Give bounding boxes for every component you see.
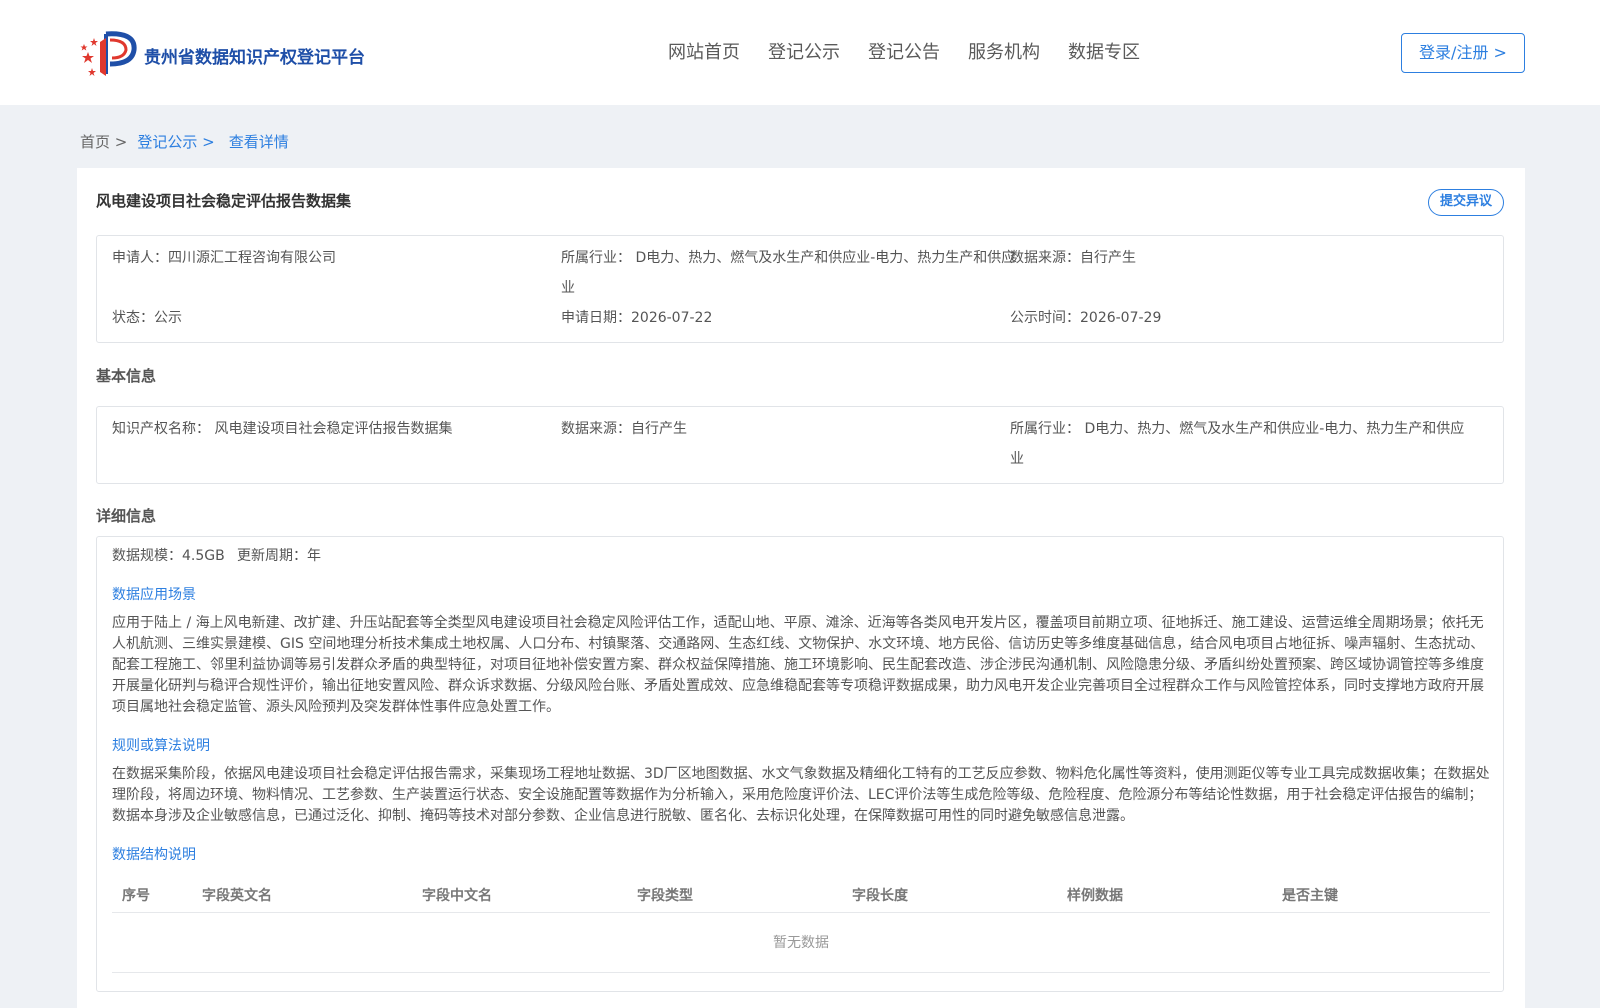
data-scale-field: 数据规模：4.5GB	[112, 548, 225, 564]
col-field-cn: 字段中文名	[422, 888, 492, 904]
scenario-heading: 数据应用场景	[112, 587, 196, 603]
status-field: 状态：公示	[112, 310, 182, 326]
detail-card: 风电建设项目社会稳定评估报告数据集 提交异议 申请人：四川源汇工程咨询有限公司 …	[77, 168, 1525, 1008]
col-field-length: 字段长度	[852, 888, 908, 904]
col-sample: 样例数据	[1067, 888, 1123, 904]
nav-service-agencies[interactable]: 服务机构	[968, 38, 1040, 64]
basic-info-panel: 知识产权名称： 风电建设项目社会稳定评估报告数据集 数据来源：自行产生 所属行业…	[96, 406, 1504, 484]
main-nav: 网站首页 登记公示 登记公告 服务机构 数据专区	[668, 38, 1168, 64]
basic-industry-field: 所属行业： D电力、热力、燃气及水生产和供应业-电力、热力生产和供应	[1010, 421, 1465, 437]
nav-registration-publicity[interactable]: 登记公示	[768, 38, 840, 64]
industry-field: 所属行业： D电力、热力、燃气及水生产和供应业-电力、热力生产和供应	[561, 250, 1016, 266]
update-cycle-field: 更新周期：年	[237, 548, 321, 564]
breadcrumb-home[interactable]: 首页 >	[80, 131, 127, 152]
structure-table-header: 序号 字段英文名 字段中文名 字段类型 字段长度 样例数据 是否主键	[112, 873, 1490, 913]
structure-heading: 数据结构说明	[112, 847, 196, 863]
col-field-en: 字段英文名	[202, 888, 272, 904]
basic-source-field: 数据来源：自行产生	[561, 421, 687, 437]
rule-text: 在数据采集阶段，依据风电建设项目社会稳定评估报告需求，采集现场工程地址数据、3D…	[112, 766, 1490, 824]
col-index: 序号	[122, 888, 150, 904]
rule-heading: 规则或算法说明	[112, 738, 210, 754]
scenario-text: 应用于陆上 / 海上风电新建、改扩建、升压站配套等全类型风电建设项目社会稳定风险…	[112, 615, 1485, 715]
col-field-type: 字段类型	[637, 888, 693, 904]
breadcrumb-section[interactable]: 登记公示 >	[137, 131, 214, 152]
industry-field-cont: 业	[561, 280, 575, 296]
publish-date-field: 公示时间：2026-07-29	[1010, 310, 1162, 326]
apply-date-field: 申请日期：2026-07-22	[561, 310, 713, 326]
basic-info-heading: 基本信息	[96, 367, 157, 385]
login-register-button[interactable]: 登录/注册 >	[1401, 33, 1525, 73]
submit-objection-button[interactable]: 提交异议	[1428, 189, 1504, 216]
nav-data-zone[interactable]: 数据专区	[1068, 38, 1140, 64]
applicant-field: 申请人：四川源汇工程咨询有限公司	[112, 250, 336, 266]
detail-info-heading: 详细信息	[96, 507, 157, 525]
table-empty-state: 暂无数据	[112, 913, 1490, 973]
page-title: 风电建设项目社会稳定评估报告数据集	[96, 192, 352, 210]
logo-emblem-icon	[80, 31, 137, 76]
site-logo[interactable]: 贵州省数据知识产权登记平台	[80, 28, 365, 78]
col-primary-key: 是否主键	[1282, 888, 1338, 904]
summary-panel: 申请人：四川源汇工程咨询有限公司 所属行业： D电力、热力、燃气及水生产和供应业…	[96, 235, 1504, 343]
detail-info-panel: 数据规模：4.5GB 更新周期：年 数据应用场景 应用于陆上 / 海上风电新建、…	[96, 536, 1504, 992]
site-header: 贵州省数据知识产权登记平台 网站首页 登记公示 登记公告 服务机构 数据专区 登…	[0, 0, 1600, 105]
ip-name-field: 知识产权名称： 风电建设项目社会稳定评估报告数据集	[112, 421, 453, 437]
basic-industry-field-cont: 业	[1010, 451, 1024, 467]
breadcrumb-current: 查看详情	[228, 133, 289, 151]
source-field: 数据来源：自行产生	[1010, 250, 1136, 266]
breadcrumb: 首页 > 登记公示 > 查看详情	[80, 131, 303, 152]
nav-home[interactable]: 网站首页	[668, 38, 740, 64]
site-title: 贵州省数据知识产权登记平台	[144, 47, 365, 68]
nav-registration-announcement[interactable]: 登记公告	[868, 38, 940, 64]
